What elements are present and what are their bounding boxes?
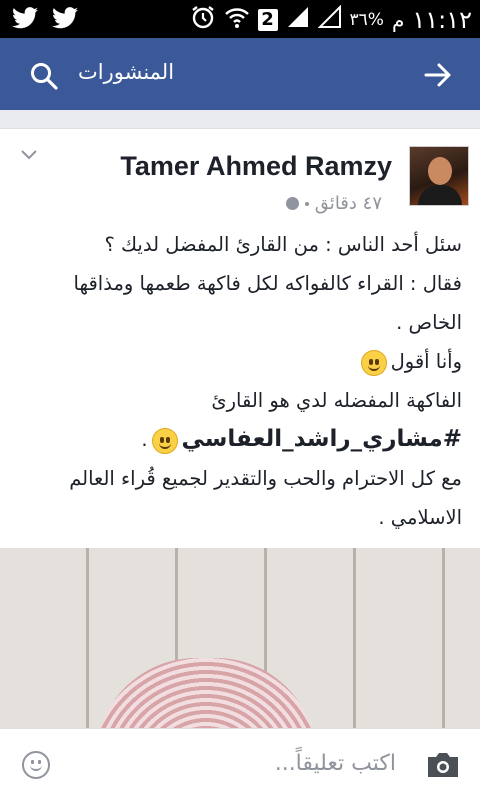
post-line: وأنا أقول [17,342,462,381]
time-ampm: م [391,8,405,32]
post-author[interactable]: Tamer Ahmed Ramzy [120,151,392,182]
post-line: #مشاري_راشد_العفاسي. [17,420,462,459]
clock: ١١:١٢ [412,6,472,34]
post-card: Tamer Ahmed Ramzy ٤٧ دقائق سئل أحد الناس… [0,128,480,548]
status-bar: 2 ٣٦% م ١١:١٢ [0,0,480,38]
comment-input[interactable]: اكتب تعليقاً... [275,751,396,776]
post-line: سئل أحد الناس : من القارئ المفضل لديك ؟ [104,233,462,256]
app-bar: المنشورات [0,38,480,110]
signal-icon [286,5,310,35]
sticker-icon[interactable] [22,751,50,779]
avatar[interactable] [409,146,469,206]
post-line: الفاكهة المفضله لدي هو القارئ [211,389,462,412]
battery-percent: ٣٦% [349,10,384,30]
back-arrow-icon[interactable] [424,62,452,88]
separator-dot [304,201,309,206]
post-line: مع كل الاحترام والحب والتقدير لجميع قُرا… [69,467,462,529]
camera-icon[interactable] [425,751,461,779]
system-icons: 2 ٣٦% م ١١:١٢ [190,4,472,36]
comment-bar: اكتب تعليقاً... [0,728,480,800]
chevron-down-icon[interactable] [20,149,38,161]
post-line: فقال : القراء كالفواكه لكل فاكهة طعمها و… [73,272,462,334]
twitter-icon [12,7,38,29]
post-period: . [141,428,148,451]
post-body: سئل أحد الناس : من القارئ المفضل لديك ؟ … [17,225,462,537]
globe-icon [285,197,299,210]
wifi-icon [224,5,250,35]
signal-empty-icon [317,4,342,35]
sim-badge: 2 [257,9,278,31]
post-timestamp[interactable]: ٤٧ دقائق [315,193,382,214]
post-meta: ٤٧ دقائق [285,193,382,214]
smiley-emoji-icon [151,427,178,454]
twitter-icon [52,7,78,29]
smiley-emoji-icon [360,349,387,376]
page-title: المنشورات [78,60,175,84]
post-photo[interactable] [0,548,480,758]
alarm-icon [190,4,216,36]
hashtag-link[interactable]: #مشاري_راشد_العفاسي [182,426,462,452]
search-icon[interactable] [30,62,58,90]
notification-icons [12,6,78,30]
